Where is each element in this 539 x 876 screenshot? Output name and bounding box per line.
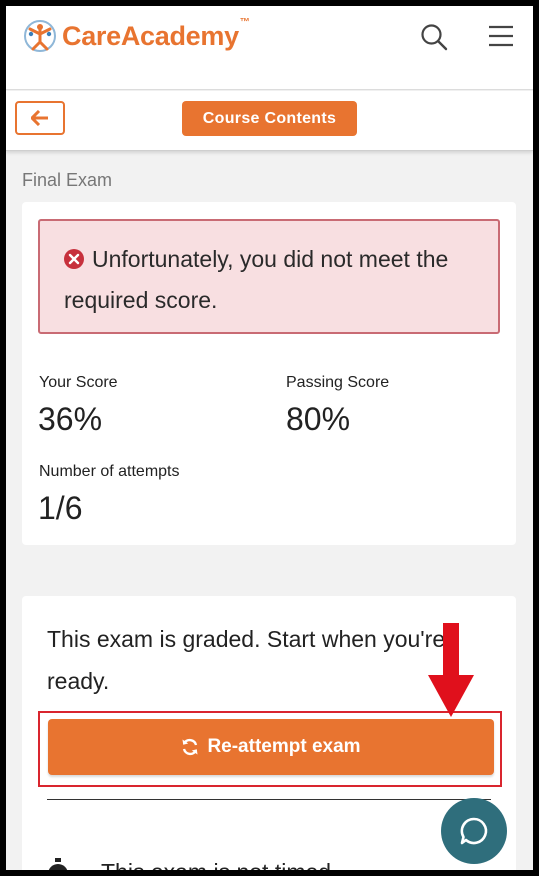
course-toolbar: Course Contents xyxy=(6,91,533,151)
reattempt-label: Re-attempt exam xyxy=(207,736,361,757)
course-contents-button[interactable]: Course Contents xyxy=(182,101,357,136)
arrow-left-icon xyxy=(31,110,48,126)
refresh-icon xyxy=(182,738,198,756)
highlight-box: Re-attempt exam xyxy=(38,711,502,787)
section-title: Final Exam xyxy=(22,170,113,190)
passing-score-value: 80% xyxy=(286,401,351,437)
section-divider xyxy=(47,799,491,800)
hamburger-menu-icon[interactable] xyxy=(487,24,515,48)
attempts-label: Number of attempts xyxy=(39,463,180,480)
error-circle-icon xyxy=(64,249,84,269)
app-header: CareAcademy™ xyxy=(6,6,533,90)
alert-message: Unfortunately, you did not meet the requ… xyxy=(64,246,449,313)
careacademy-logo-icon xyxy=(24,20,56,52)
brand-name: CareAcademy™ xyxy=(62,16,250,51)
exam-result-card: Unfortunately, you did not meet the requ… xyxy=(22,202,516,545)
brand-logo[interactable]: CareAcademy™ xyxy=(22,16,250,54)
passing-score-label: Passing Score xyxy=(286,374,390,391)
attempts-value: 1/6 xyxy=(38,490,83,526)
annotation-arrow-icon xyxy=(428,623,474,717)
timed-text: This exam is not timed xyxy=(101,859,331,871)
chat-bubble-icon xyxy=(460,817,488,845)
your-score-label: Your Score xyxy=(39,374,118,391)
exam-intro-text: This exam is graded. Start when you're r… xyxy=(47,626,446,694)
reattempt-exam-button[interactable]: Re-attempt exam xyxy=(48,719,494,775)
back-button[interactable] xyxy=(15,101,65,135)
timed-info: This exam is not timed xyxy=(47,858,331,870)
search-icon[interactable] xyxy=(419,22,449,52)
chat-button[interactable] xyxy=(441,798,507,864)
your-score-value: 36% xyxy=(38,401,103,437)
score-alert: Unfortunately, you did not meet the requ… xyxy=(38,219,500,334)
screenshot-frame: CareAcademy™ Course Contents Final Exam … xyxy=(6,6,533,870)
stopwatch-icon xyxy=(48,858,68,870)
